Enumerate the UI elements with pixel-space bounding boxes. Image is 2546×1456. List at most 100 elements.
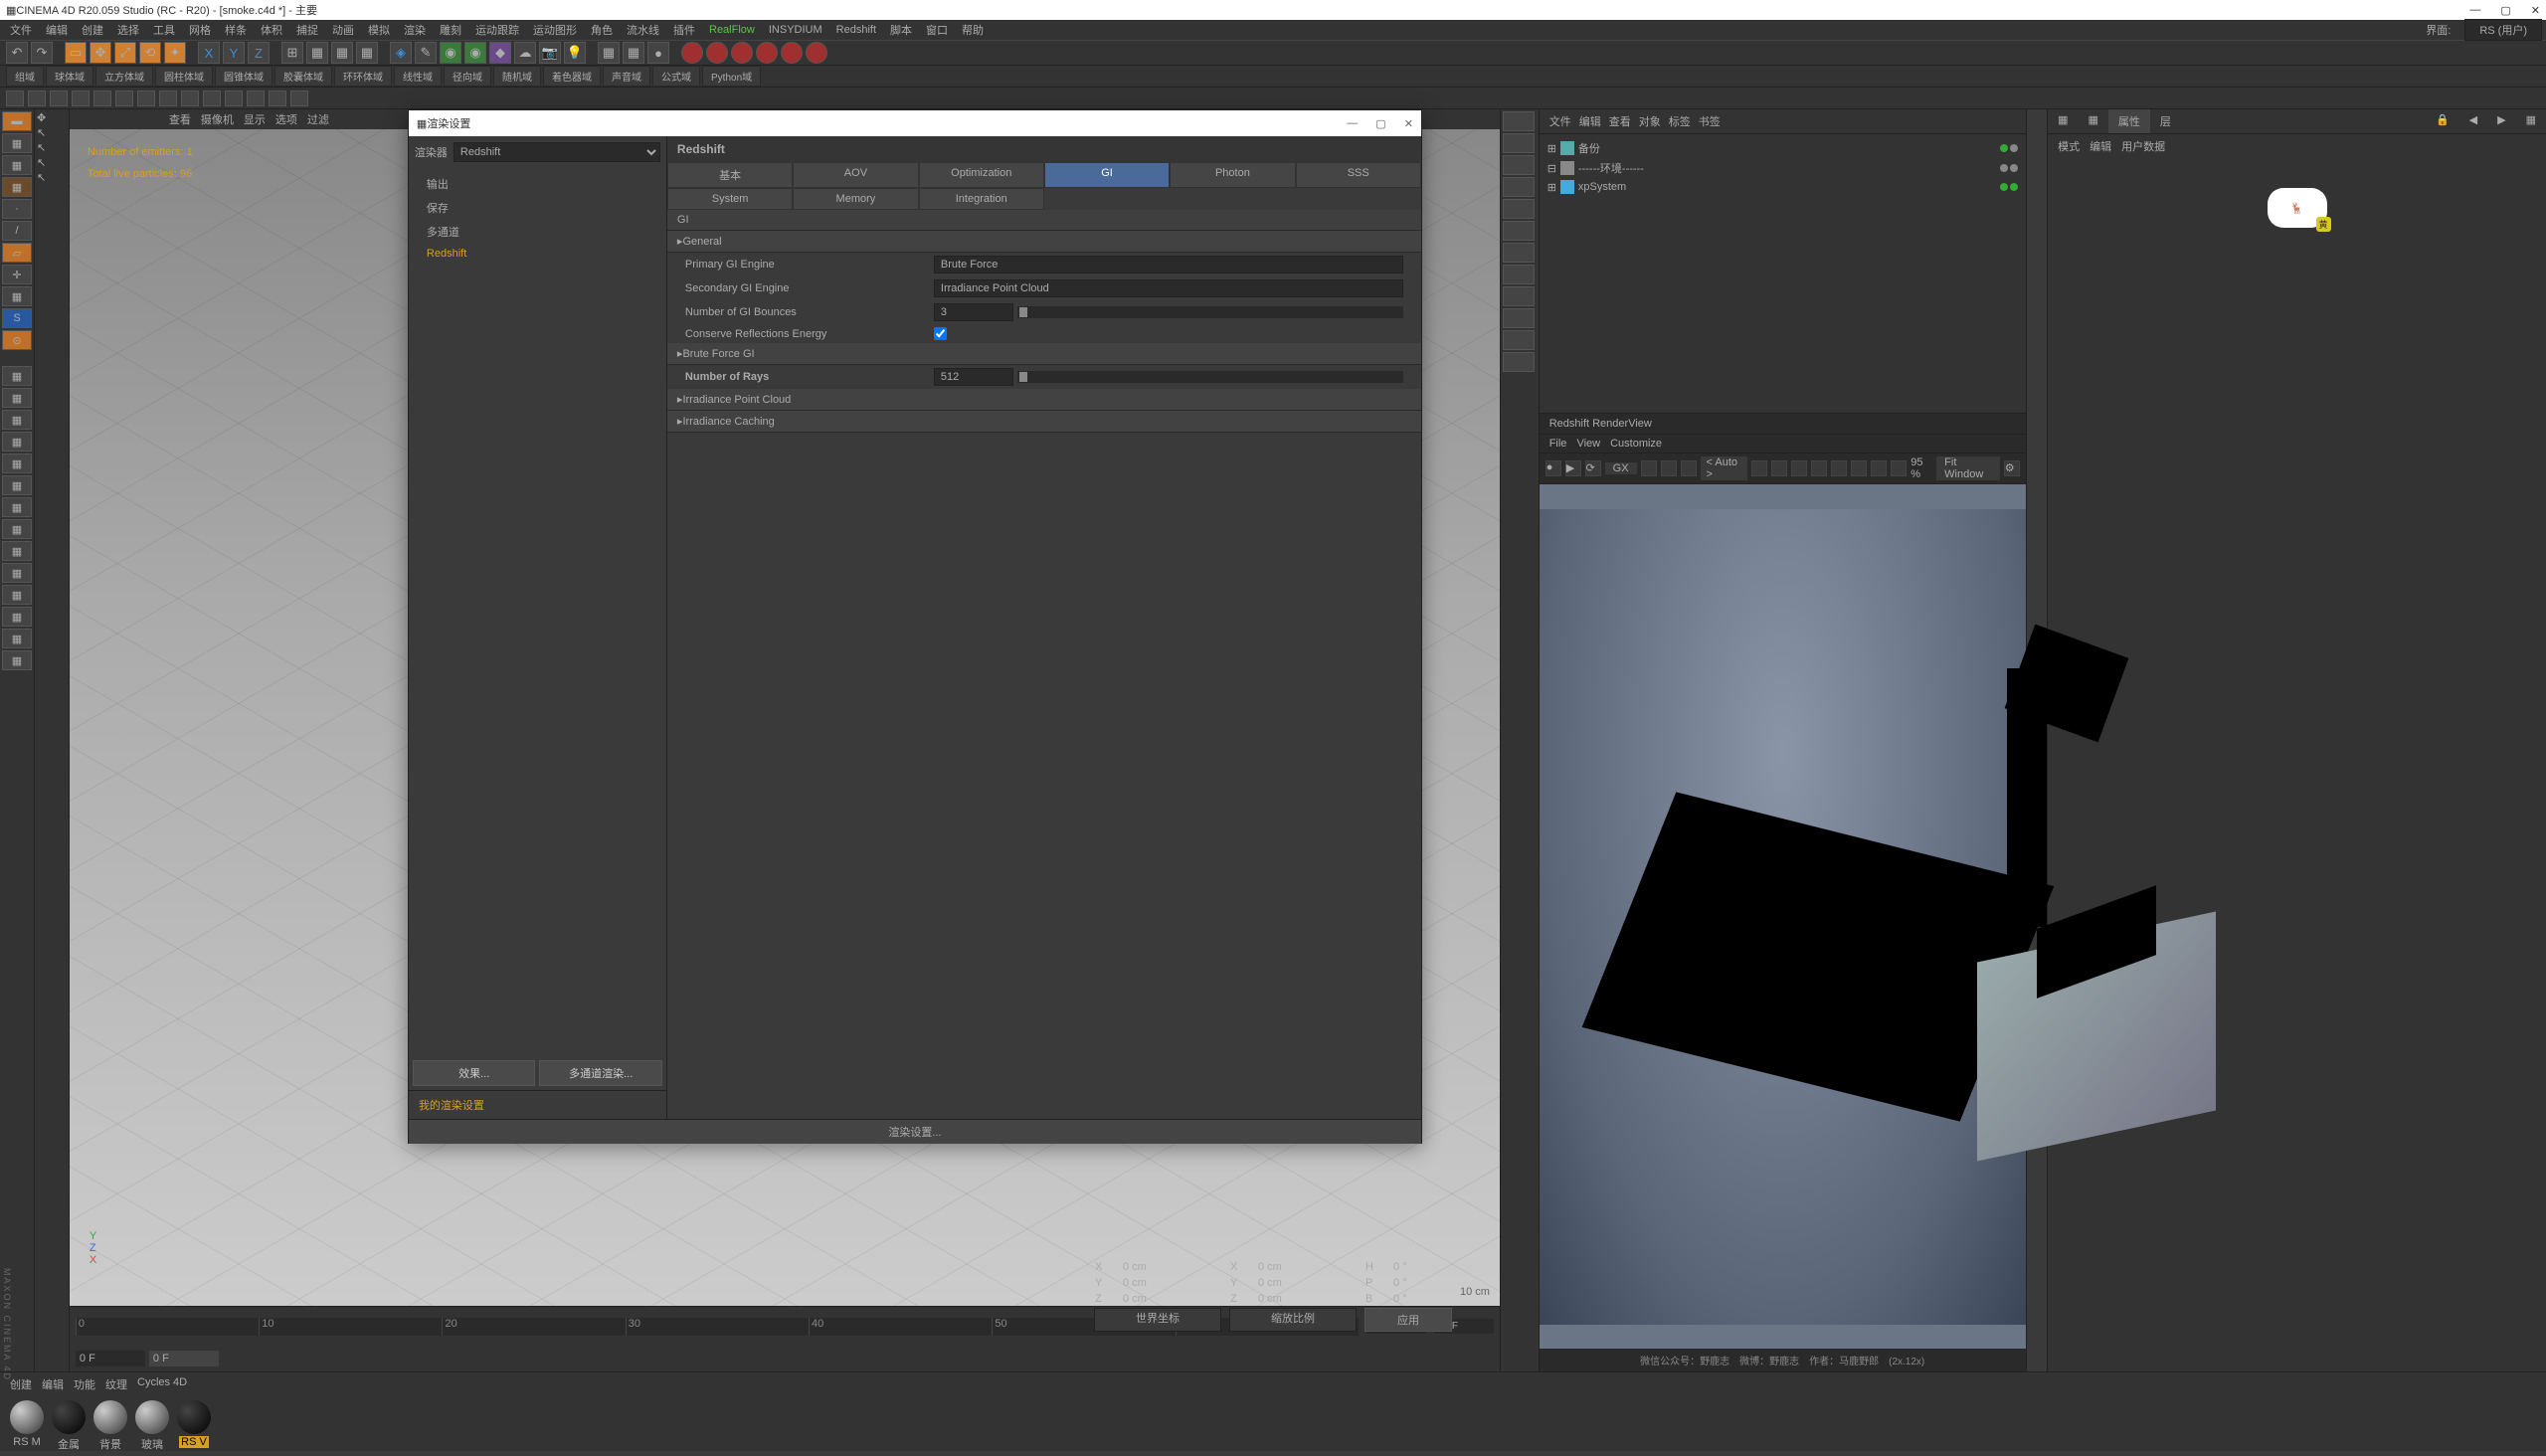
vp-menu-display[interactable]: 显示	[244, 111, 266, 127]
cat-save[interactable]: 保存	[409, 196, 666, 220]
workplane-mode[interactable]: ▦	[2, 177, 32, 197]
menu-plugins[interactable]: 插件	[667, 20, 701, 40]
snap-opt[interactable]	[137, 91, 155, 106]
field-python[interactable]: Python域	[702, 66, 761, 87]
rv-settings-icon[interactable]: ⚙	[2004, 460, 2020, 476]
pos-x-input[interactable]: 0 cm	[1122, 1260, 1221, 1274]
menu-edit[interactable]: 编辑	[40, 20, 74, 40]
rv-tool[interactable]	[1681, 460, 1697, 476]
tab-system[interactable]: System	[667, 188, 793, 210]
rs-button-5[interactable]	[781, 42, 803, 64]
axis-x-toggle[interactable]: X	[198, 42, 220, 64]
tab-memory[interactable]: Memory	[793, 188, 918, 210]
poly-mode[interactable]: ▱	[2, 243, 32, 263]
vp-tool[interactable]	[1503, 352, 1535, 372]
tab-optimization[interactable]: Optimization	[919, 162, 1044, 188]
field-radial[interactable]: 径向域	[444, 66, 491, 87]
coord-dropdown-2[interactable]: 缩放比例	[1229, 1308, 1357, 1332]
menu-animate[interactable]: 动画	[326, 20, 360, 40]
vp-tool[interactable]	[1503, 221, 1535, 241]
subdiv-button[interactable]: ◉	[440, 42, 461, 64]
coord-dropdown-1[interactable]: 世界坐标	[1094, 1308, 1221, 1332]
rv-refresh-button[interactable]: ⟳	[1585, 460, 1601, 476]
rv-fit-dropdown[interactable]: Fit Window	[1936, 456, 2000, 480]
attr-back-icon[interactable]: ◀	[2459, 109, 2487, 133]
obj-menu-tags[interactable]: 标签	[1669, 113, 1691, 129]
rays-input[interactable]: 512	[934, 368, 1013, 386]
sculpt-brush[interactable]: ▦	[2, 541, 32, 561]
cursor-tool[interactable]: ↖	[37, 171, 67, 184]
vp-tool[interactable]	[1503, 177, 1535, 197]
mat-menu-cycles[interactable]: Cycles 4D	[137, 1376, 187, 1392]
size-x-input[interactable]: 0 cm	[1257, 1260, 1357, 1274]
attr-menu-icon[interactable]: ▦	[2516, 109, 2546, 133]
rv-auto-dropdown[interactable]: < Auto >	[1701, 456, 1748, 480]
tool-button[interactable]: ▦	[623, 42, 644, 64]
axis-mode[interactable]: ✛	[2, 265, 32, 284]
obj-menu-view[interactable]: 查看	[1609, 113, 1631, 129]
rv-tool[interactable]	[1871, 460, 1887, 476]
rv-tool[interactable]	[1641, 460, 1657, 476]
texture-mode[interactable]: ▦	[2, 155, 32, 175]
menu-file[interactable]: 文件	[4, 20, 38, 40]
rv-menu-customize[interactable]: Customize	[1610, 438, 1662, 450]
vp-tool[interactable]	[1503, 286, 1535, 306]
generator-button[interactable]: ◉	[464, 42, 486, 64]
field-sphere[interactable]: 球体域	[46, 66, 93, 87]
obj-menu-edit[interactable]: 编辑	[1579, 113, 1601, 129]
mat-menu-create[interactable]: 创建	[10, 1376, 32, 1392]
current-frame-input[interactable]: 0 F	[149, 1351, 219, 1366]
vp-tool[interactable]	[1503, 243, 1535, 263]
mat-menu-texture[interactable]: 纹理	[105, 1376, 127, 1392]
viewport-solo[interactable]: S	[2, 308, 32, 328]
menu-tools[interactable]: 工具	[147, 20, 181, 40]
tab-basic[interactable]: 基本	[667, 162, 793, 188]
bounces-slider[interactable]	[1017, 306, 1403, 318]
snap-opt[interactable]	[115, 91, 133, 106]
make-editable-button[interactable]: ▬	[2, 111, 32, 131]
material-item[interactable]: 玻璃	[135, 1400, 169, 1452]
snap-button[interactable]: ⊙	[2, 330, 32, 350]
maximize-button[interactable]: ▢	[2500, 4, 2510, 17]
minimize-button[interactable]: —	[2469, 4, 2480, 17]
rs-button-1[interactable]	[681, 42, 703, 64]
vp-tool[interactable]	[1503, 330, 1535, 350]
pos-y-input[interactable]: 0 cm	[1122, 1276, 1221, 1290]
menu-pipeline[interactable]: 流水线	[621, 20, 665, 40]
model-mode[interactable]: ▦	[2, 133, 32, 153]
menu-motiontrack[interactable]: 运动跟踪	[469, 20, 525, 40]
render-pv-button[interactable]: ▦	[331, 42, 353, 64]
material-item[interactable]: RS M	[10, 1400, 44, 1452]
field-cone[interactable]: 圆锥体域	[215, 66, 273, 87]
snap-toggle[interactable]	[6, 91, 24, 106]
menu-snap[interactable]: 捕捉	[290, 20, 324, 40]
coord-sys-button[interactable]: ⊞	[281, 42, 303, 64]
renderer-dropdown[interactable]: Redshift	[454, 142, 660, 162]
rot-p-input[interactable]: 0 °	[1392, 1276, 1452, 1290]
rv-tool[interactable]	[1891, 460, 1907, 476]
rv-zoom[interactable]: 95 %	[1910, 456, 1932, 480]
sculpt-brush[interactable]: ▦	[2, 432, 32, 452]
cursor-tool[interactable]: ↖	[37, 156, 67, 169]
menu-script[interactable]: 脚本	[884, 20, 918, 40]
vp-menu-view[interactable]: 查看	[169, 111, 191, 127]
obj-menu-object[interactable]: 对象	[1639, 113, 1661, 129]
start-frame-input[interactable]: 0 F	[76, 1351, 145, 1366]
snap-opt[interactable]	[72, 91, 90, 106]
tool-button[interactable]: ▦	[598, 42, 620, 64]
rv-tool[interactable]	[1661, 460, 1677, 476]
rs-button-3[interactable]	[731, 42, 753, 64]
conserve-checkbox[interactable]	[934, 327, 947, 340]
rotate-tool[interactable]: ⟲	[139, 42, 161, 64]
tab-layers-icon[interactable]: ▦	[2079, 109, 2108, 133]
live-select-tool[interactable]: ▭	[65, 42, 87, 64]
rot-h-input[interactable]: 0 °	[1392, 1260, 1452, 1274]
field-torus[interactable]: 环环体域	[334, 66, 392, 87]
axis-y-toggle[interactable]: Y	[223, 42, 245, 64]
menu-spline[interactable]: 样条	[219, 20, 253, 40]
tab-integration[interactable]: Integration	[919, 188, 1044, 210]
rv-tool[interactable]	[1811, 460, 1827, 476]
cursor-tool[interactable]: ↖	[37, 126, 67, 139]
sculpt-brush[interactable]: ▦	[2, 388, 32, 408]
menu-simulate[interactable]: 模拟	[362, 20, 396, 40]
